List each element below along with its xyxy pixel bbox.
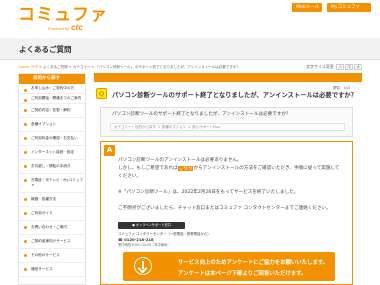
sidebar-item[interactable]: 各種オプション: [19, 118, 85, 132]
webmail-button[interactable]: Webメール: [292, 3, 322, 12]
question-heading: Q パソコン診断ツールのサポート終了となりましたが、アンインストールは必要ですか…: [94, 88, 362, 102]
sidebar-item[interactable]: インターネット接続・設定: [19, 146, 85, 160]
sidebar: 目的から探す お申し込み・ご契約中の方 ご利用開始・開通までのご案内 ご契約内容…: [18, 73, 86, 285]
answer-line-3: ください。: [118, 174, 141, 179]
font-size-label: 文字サイズ変更: [306, 64, 334, 69]
title-band: よくあるご質問: [0, 38, 380, 60]
font-size-switcher: 文字サイズ変更 小中大: [306, 64, 363, 70]
logo-sub: Powered by ctc: [48, 23, 83, 32]
sidebar-item[interactable]: ご契約者様向けサービス: [19, 235, 85, 249]
font-size-large-button[interactable]: 大: [354, 64, 363, 70]
down-arrow-icon: [134, 257, 152, 275]
logo-text: コミュファ: [18, 5, 108, 24]
sidebar-item[interactable]: お申し込み・ご契約中の方: [19, 84, 85, 94]
commufa-logo[interactable]: コミュファ Powered by ctc: [18, 5, 108, 32]
site-header: コミュファ Powered by ctc Webメール Myコミュファ: [0, 0, 380, 32]
answer-line-4: ※「パソコン診断ツール」は、2022年2月28日をもってサービスを終了いたしまし…: [118, 190, 299, 195]
breadcrumb-path: > よくあるご質問 > カテゴリー > 「パソコン診断ツール」 のサポート終了と…: [38, 65, 240, 69]
contact-center-info: コミュファ コンタクトセンター（一般電話・携帯電話から） ☎ 0120-218-…: [118, 231, 248, 247]
sidebar-item[interactable]: ご契約内容・変更・解約: [19, 104, 85, 118]
sidebar-item[interactable]: 機器・各種方法: [19, 193, 85, 207]
back-bar: ◀ 戻る: [94, 73, 362, 89]
breadcrumb: comm TOP > よくあるご質問 > カテゴリー > 「パソコン診断ツール」…: [19, 65, 240, 70]
online-support-button[interactable]: ● オンラインサポート窓口: [118, 222, 185, 229]
breadcrumb-home[interactable]: comm TOP: [19, 65, 38, 69]
question-box: パソコン診断ツールのサポート終了となりましたが、アンインストールは必要ですか？ …: [100, 107, 353, 137]
question-category: カテゴリー：目的から探す ＞ 各種オプション ＞ 安心サポートPlus: [110, 123, 345, 131]
contact-center-hours: 受付時間 9:00〜20:00（年中無休）: [118, 243, 171, 247]
answer-box: A パソコン診断ツールのアンインストールは必要ありません。 しかし、もしご希望で…: [100, 141, 353, 285]
sidebar-item[interactable]: 通信サービス: [19, 263, 85, 277]
font-size-medium-button[interactable]: 中: [345, 64, 354, 70]
sidebar-item[interactable]: ご利用開始・開通までのご案内: [19, 94, 85, 104]
question-title: パソコン診断ツールのサポート終了となりましたが、アンインストールは必要ですか？: [112, 92, 357, 99]
sidebar-item[interactable]: 光電話・光テレビ・Myコミュファ: [19, 174, 85, 193]
sidebar-item[interactable]: ご利用ガイド: [19, 207, 85, 221]
question-body: パソコン診断ツールのサポート終了となりましたが、アンインストールは必要ですか？: [112, 112, 291, 117]
font-size-small-button[interactable]: 小: [336, 64, 345, 70]
uninstall-guide-link[interactable]: こちら: [177, 166, 194, 171]
survey-banner-line-2: アンケートは本ページ下部よりご回答いただけます。: [178, 271, 307, 277]
answer-line-1: パソコン診断ツールのアンインストールは必要ありません。: [118, 158, 242, 163]
sidebar-head: 目的から探す: [19, 74, 85, 84]
sidebar-item[interactable]: お引越し・移転の手続き: [19, 160, 85, 174]
answer-badge-icon: A: [104, 145, 115, 156]
sidebar-item[interactable]: その他のサービス: [19, 249, 85, 263]
view-count: 閲覧：443: [333, 86, 351, 90]
my-commufa-button[interactable]: Myコミュファ: [327, 3, 371, 12]
survey-banner-line-1: サービス向上のためアンケートにご協力をお願いいたします。: [178, 260, 329, 266]
contact-center-label: コミュファ コンタクトセンター（一般電話・携帯電話から）: [118, 232, 211, 236]
answer-line-2: しかし、もしご希望であればこちらからアンインストールの方法をご確認いただき、手順…: [118, 166, 340, 171]
question-badge-icon: Q: [96, 88, 107, 99]
sidebar-item[interactable]: ご利用料金の確認・お支払い: [19, 132, 85, 146]
sidebar-item[interactable]: お問い合わせ・ご案内: [19, 221, 85, 235]
page-title: よくあるご質問: [19, 45, 72, 54]
answer-line-5: ご不明点がございましたら、チャット窓口またはコミュファ コンタクトセンターまでご…: [118, 206, 331, 211]
survey-banner[interactable]: サービス向上のためアンケートにご協力をお願いいたします。 アンケートは本ページ下…: [123, 252, 335, 281]
